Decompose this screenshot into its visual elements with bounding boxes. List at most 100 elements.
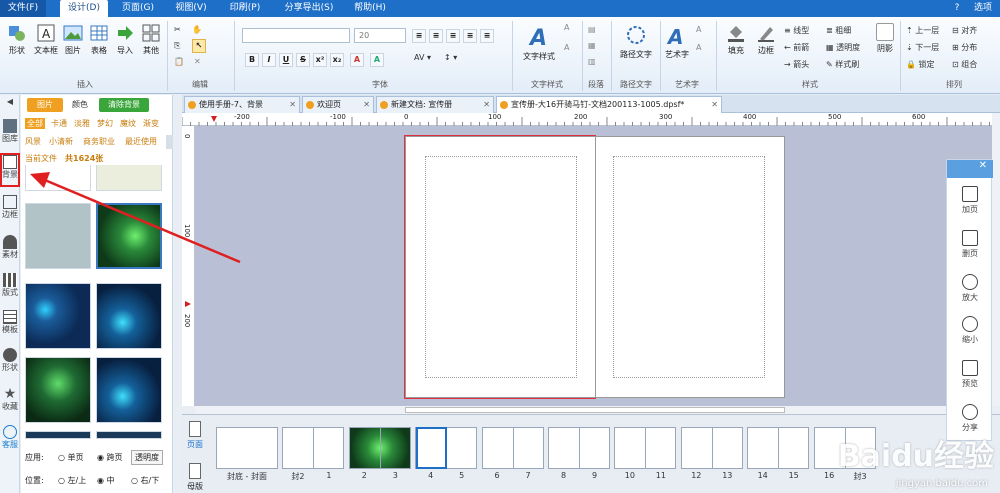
art-text-style-icon[interactable]: A xyxy=(696,25,701,34)
char-spacing-icon[interactable]: AV ▾ xyxy=(414,53,431,62)
horizontal-scrollbar[interactable] xyxy=(195,406,992,414)
other-button[interactable]: 其他 xyxy=(139,23,163,56)
doc-tab[interactable]: 使用手册-7、背景 ✕ xyxy=(184,96,300,113)
pointer-icon[interactable]: ↖ xyxy=(192,39,206,53)
clear-background-button[interactable]: 清除背景 xyxy=(99,98,149,112)
page-spread-thumb[interactable] xyxy=(481,427,544,469)
shadow-button[interactable]: 阴影 xyxy=(872,23,898,54)
textbox-button[interactable]: A 文本框 xyxy=(32,23,60,56)
menu-share-export[interactable]: 分享导出(S) xyxy=(278,0,340,17)
menu-options[interactable]: 选项 xyxy=(966,0,1000,17)
page-tab[interactable]: 页面 xyxy=(184,421,206,450)
font-size-select[interactable]: 20 xyxy=(354,28,406,43)
sidebar-item-favorite[interactable]: ★ 收藏 xyxy=(0,387,20,412)
style-copy-button[interactable]: ✎ 样式刷 xyxy=(826,59,859,70)
distribute-objects-button[interactable]: ⊞ 分布 xyxy=(952,42,977,53)
page-spread-thumb[interactable] xyxy=(680,427,743,469)
sidebar-item-shape[interactable]: 形状 xyxy=(0,348,20,373)
border-button[interactable]: 边框 xyxy=(752,23,780,56)
menu-page[interactable]: 页面(G) xyxy=(115,0,161,17)
copy-icon[interactable]: ⎘ xyxy=(174,41,180,51)
thickness-button[interactable]: ≣ 粗细 xyxy=(826,25,851,36)
doc-tab[interactable]: 新建文档: 宣传册 ✕ xyxy=(376,96,494,113)
subscript-button[interactable]: x₂ xyxy=(330,53,344,67)
line-type-button[interactable]: ≡ 线型 xyxy=(784,25,809,36)
art-text-button[interactable]: A 艺术字 xyxy=(662,23,692,60)
bold-button[interactable]: B xyxy=(245,53,259,67)
paste-icon[interactable]: 📋 xyxy=(174,57,184,66)
art-text-fill-icon[interactable]: A xyxy=(696,43,701,52)
category-magic[interactable]: 魔纹 xyxy=(120,118,136,129)
ruler-marker[interactable] xyxy=(211,116,217,122)
text-effect-icon[interactable]: A xyxy=(564,43,569,52)
layer-down-button[interactable]: ⇣ 下一层 xyxy=(906,42,939,53)
fill-button[interactable]: 填充 xyxy=(722,23,750,56)
doc-tab[interactable]: 欢迎页 ✕ xyxy=(302,96,374,113)
page-spread-thumb[interactable] xyxy=(614,427,677,469)
sidebar-item-template[interactable]: 模板 xyxy=(0,310,20,335)
category-scenery[interactable]: 风景 xyxy=(25,136,41,147)
indent-icon[interactable]: ▦ xyxy=(588,41,596,50)
menu-print[interactable]: 印刷(P) xyxy=(222,0,268,17)
category-dream[interactable]: 梦幻 xyxy=(97,118,113,129)
page-spread-thumb[interactable] xyxy=(348,427,411,469)
preview-button[interactable]: 预览 xyxy=(947,360,993,389)
page-spread-thumb[interactable] xyxy=(747,427,810,469)
menu-help[interactable]: 帮助(H) xyxy=(347,0,393,17)
apply-spread-radio[interactable]: ◉ 跨页 xyxy=(97,452,123,463)
delete-page-button[interactable]: 删页 xyxy=(947,230,993,259)
close-panel-icon[interactable]: ✕ xyxy=(947,160,993,178)
category-all[interactable]: 全部 xyxy=(25,118,45,129)
menu-design[interactable]: 设计(D) xyxy=(60,0,108,17)
layer-up-button[interactable]: ⇡ 上一层 xyxy=(906,25,939,36)
close-icon[interactable]: ✕ xyxy=(363,97,370,113)
underline-button[interactable]: U xyxy=(279,53,293,67)
distribute-button[interactable]: ≡ xyxy=(480,29,494,43)
menu-file[interactable]: 文件(F) xyxy=(0,0,46,17)
design-canvas[interactable] xyxy=(195,126,992,406)
bg-thumb[interactable] xyxy=(96,357,162,423)
transparency-button[interactable]: 透明度 xyxy=(131,450,163,465)
doc-tab-active[interactable]: 宣传册-大16开骑马钉-文档200113-1005.dpsf* ✕ xyxy=(496,96,722,113)
category-elegant[interactable]: 淡雅 xyxy=(74,118,90,129)
tab-picture[interactable]: 图片 xyxy=(27,98,63,112)
position-right-radio[interactable]: ○ 右/下 xyxy=(131,475,159,486)
align-button[interactable]: ⊟ 对齐 xyxy=(952,25,977,36)
sidebar-item-service[interactable]: 客服 xyxy=(0,425,20,450)
category-recent[interactable]: 最近使用 xyxy=(125,136,157,147)
bg-thumb[interactable] xyxy=(25,357,91,423)
front-arrow-button[interactable]: ← 前箭 xyxy=(784,42,809,53)
scroll-thumb[interactable] xyxy=(405,407,785,413)
strikethrough-button[interactable]: S xyxy=(296,53,310,67)
highlight-button[interactable]: A xyxy=(370,53,384,67)
column-icon[interactable]: ▥ xyxy=(588,57,596,66)
position-center-radio[interactable]: ◉ 中 xyxy=(97,475,115,486)
close-icon[interactable]: ✕ xyxy=(711,97,718,113)
bg-thumb[interactable] xyxy=(96,283,162,349)
picture-button[interactable]: 图片 xyxy=(62,23,84,56)
font-family-select[interactable] xyxy=(242,28,350,43)
font-color-button[interactable]: A xyxy=(350,53,364,67)
close-icon[interactable]: ✕ xyxy=(289,97,296,113)
tab-color[interactable]: 颜色 xyxy=(65,98,95,112)
align-right-button[interactable]: ≡ xyxy=(446,29,460,43)
category-gradient[interactable]: 渐变 xyxy=(143,118,159,129)
cut-icon[interactable]: ✂ xyxy=(174,25,181,34)
table-button[interactable]: 表格 xyxy=(87,23,111,56)
position-left-radio[interactable]: ○ 左/上 xyxy=(58,475,86,486)
sidebar-item-gallery[interactable]: 图库 xyxy=(0,119,20,144)
bg-thumb-partial[interactable] xyxy=(96,431,162,439)
align-left-button[interactable]: ≡ xyxy=(412,29,426,43)
line-spacing-icon[interactable]: ↕ ▾ xyxy=(444,53,457,62)
zoom-in-button[interactable]: 放大 xyxy=(947,274,993,303)
menu-view[interactable]: 视图(V) xyxy=(168,0,214,17)
justify-button[interactable]: ≡ xyxy=(463,29,477,43)
help-icon[interactable]: ? xyxy=(950,0,964,17)
text-outline-icon[interactable]: A xyxy=(564,23,569,32)
delete-icon[interactable]: ✕ xyxy=(194,57,201,66)
import-button[interactable]: 导入 xyxy=(113,23,137,56)
combine-button[interactable]: ⊡ 组合 xyxy=(952,59,977,70)
shape-button[interactable]: 形状 xyxy=(4,23,30,56)
share-button[interactable]: 分享 xyxy=(947,404,993,433)
path-text-button[interactable]: 路径文字 xyxy=(614,23,658,60)
